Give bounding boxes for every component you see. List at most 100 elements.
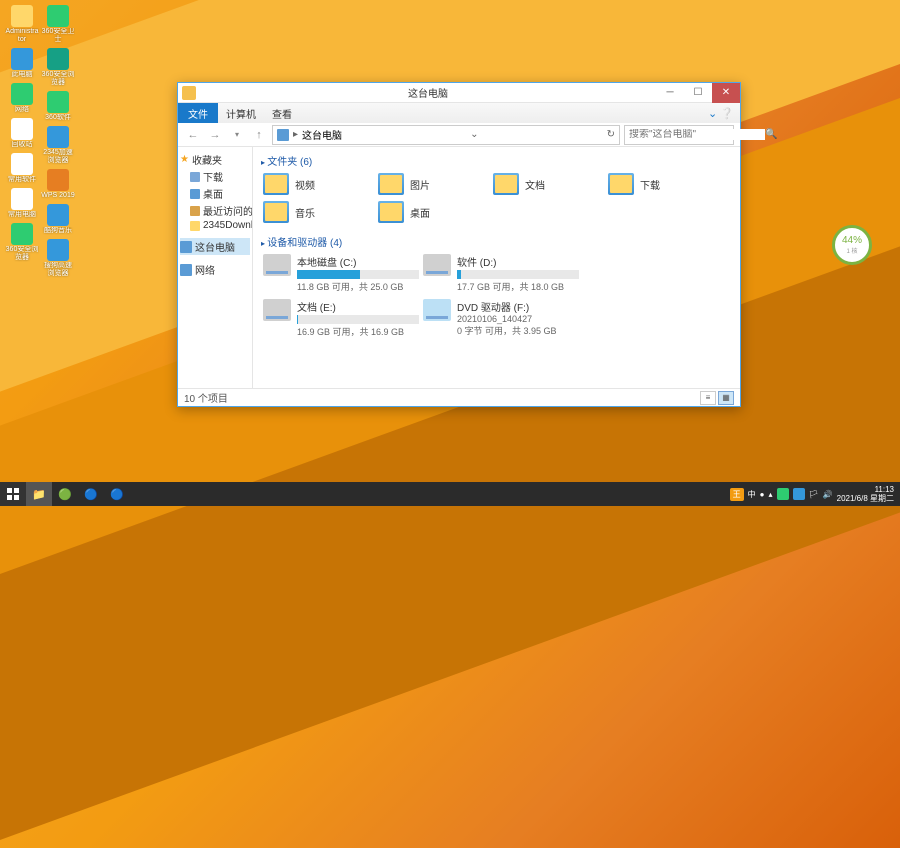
back-button[interactable]: ← xyxy=(184,126,202,144)
tray-icon[interactable]: ● xyxy=(760,490,765,499)
location-icon xyxy=(277,129,289,141)
sidebar-item[interactable]: 桌面 xyxy=(180,185,250,202)
drive-item[interactable]: DVD 驱动器 (F:)20210106_1404270 字节 可用，共 3.9… xyxy=(421,296,581,341)
ime-indicator[interactable]: 王 xyxy=(730,488,744,501)
icon-label: 此电脑 xyxy=(5,71,39,79)
app-icon xyxy=(47,239,69,261)
drives-section-header[interactable]: 设备和驱动器 (4) xyxy=(261,232,732,251)
tray-expand-icon[interactable]: ▴ xyxy=(768,490,772,499)
nav-pane: ★收藏夹 下载桌面最近访问的位置2345Downloads 这台电脑 网络 xyxy=(178,147,253,388)
item-count: 10 个项目 xyxy=(184,390,228,405)
drive-name: 本地磁盘 (C:) xyxy=(297,254,419,269)
desktop-icon[interactable]: 360安全卫士 xyxy=(41,5,75,44)
star-icon: ★ xyxy=(180,154,189,165)
refresh-icon[interactable]: ↻ xyxy=(607,129,615,140)
window-title: 这台电脑 xyxy=(200,85,656,100)
drive-name: 文档 (E:) xyxy=(297,299,419,314)
folder-item[interactable]: 下载 xyxy=(606,170,721,198)
tray-icon[interactable] xyxy=(793,488,805,500)
sidebar-item-label: 下载 xyxy=(203,169,223,184)
desktop-icon[interactable]: 网络 xyxy=(5,83,39,114)
icon-label: WPS 2019 xyxy=(41,192,75,200)
icon-label: 回收站 xyxy=(5,141,39,149)
desktop-icon[interactable]: 常用电脑 xyxy=(5,188,39,219)
file-tab[interactable]: 文件 xyxy=(178,103,218,123)
maximize-button[interactable]: ☐ xyxy=(684,83,712,103)
recent-button[interactable]: ▾ xyxy=(228,126,246,144)
folder-item[interactable]: 视频 xyxy=(261,170,376,198)
start-button[interactable] xyxy=(0,482,26,506)
sidebar-item[interactable]: 最近访问的位置 xyxy=(180,202,250,219)
up-button[interactable]: ↑ xyxy=(250,126,268,144)
tray-icon[interactable] xyxy=(777,488,789,500)
desktop-icon[interactable]: 360软件 xyxy=(41,91,75,122)
app-icon xyxy=(11,83,33,105)
thispc-header[interactable]: 这台电脑 xyxy=(180,238,250,255)
app-icon xyxy=(47,169,69,191)
address-dropdown-icon[interactable]: ⌄ xyxy=(470,129,478,140)
action-center-icon[interactable]: 🏳 xyxy=(809,490,819,499)
desktop-icon[interactable]: 360安全浏览器 xyxy=(5,223,39,262)
ribbon-expand-icon[interactable]: ⌄ ❔ xyxy=(702,107,740,120)
folder-icon xyxy=(190,206,200,216)
tab-view[interactable]: 查看 xyxy=(264,106,300,121)
drive-item[interactable]: 文档 (E:)16.9 GB 可用，共 16.9 GB xyxy=(261,296,421,341)
favorites-header[interactable]: ★收藏夹 xyxy=(180,151,250,168)
folder-icon xyxy=(190,189,200,199)
folder-icon xyxy=(263,173,289,195)
drive-name: 软件 (D:) xyxy=(457,254,579,269)
folder-icon xyxy=(378,173,404,195)
tray-icon[interactable]: 中 xyxy=(748,489,756,500)
drive-item[interactable]: 软件 (D:)17.7 GB 可用，共 18.0 GB xyxy=(421,251,581,296)
icon-label: 2345加速浏览器 xyxy=(41,149,75,165)
search-icon[interactable]: 🔍 xyxy=(765,129,777,140)
folder-item[interactable]: 图片 xyxy=(376,170,491,198)
network-header[interactable]: 网络 xyxy=(180,261,250,278)
volume-icon[interactable]: 🔊 xyxy=(823,490,833,499)
desktop-icon[interactable]: 360安全浏览器 xyxy=(41,48,75,87)
address-text: 这台电脑 xyxy=(302,127,342,142)
desktop-icon[interactable]: 回收站 xyxy=(5,118,39,149)
desktop-icon[interactable]: 2345加速浏览器 xyxy=(41,126,75,165)
tab-computer[interactable]: 计算机 xyxy=(218,106,264,121)
task-app1[interactable]: 🟢 xyxy=(52,482,78,506)
search-box[interactable]: 🔍 xyxy=(624,125,734,145)
accel-gauge[interactable]: 44% 1 核 xyxy=(832,225,872,265)
folders-section-header[interactable]: 文件夹 (6) xyxy=(261,151,732,170)
drive-name: DVD 驱动器 (F:) xyxy=(457,299,579,314)
task-kugou[interactable]: 🔵 xyxy=(104,482,130,506)
forward-button[interactable]: → xyxy=(206,126,224,144)
desktop-icon[interactable]: Administrator xyxy=(5,5,39,44)
icon-label: 网络 xyxy=(5,106,39,114)
desktop-icon[interactable]: WPS 2019 xyxy=(41,169,75,200)
folder-item[interactable]: 文档 xyxy=(491,170,606,198)
desktop-icon[interactable]: 常用软件 xyxy=(5,153,39,184)
icon-label: 360安全浏览器 xyxy=(5,246,39,262)
folder-icon xyxy=(493,173,519,195)
icon-label: 360安全卫士 xyxy=(41,28,75,44)
folder-icon xyxy=(608,173,634,195)
ribbon-tabs: 文件 计算机 查看 ⌄ ❔ xyxy=(178,103,740,123)
drive-item[interactable]: 本地磁盘 (C:) 11.8 GB 可用，共 25.0 GB xyxy=(261,251,421,296)
gauge-sub: 1 核 xyxy=(846,246,857,255)
sidebar-item[interactable]: 2345Downloads xyxy=(180,219,250,232)
minimize-button[interactable]: ─ xyxy=(656,83,684,103)
view-details-button[interactable]: ≡ xyxy=(700,391,716,405)
task-explorer[interactable]: 📁 xyxy=(26,482,52,506)
sidebar-item[interactable]: 下载 xyxy=(180,168,250,185)
address-bar: ← → ▾ ↑ ▸ 这台电脑 ⌄ ↻ 🔍 xyxy=(178,123,740,147)
taskbar: 📁 🟢 🔵 🔵 王 中 ● ▴ 🏳 🔊 11:13 2021/6/8 星期二 xyxy=(0,482,900,506)
drive-space: 11.8 GB 可用，共 25.0 GB xyxy=(297,280,419,293)
address-box[interactable]: ▸ 这台电脑 ⌄ ↻ xyxy=(272,125,620,145)
view-tiles-button[interactable]: ▦ xyxy=(718,391,734,405)
task-ie[interactable]: 🔵 xyxy=(78,482,104,506)
folder-item[interactable]: 桌面 xyxy=(376,198,491,226)
app-icon xyxy=(47,91,69,113)
search-input[interactable] xyxy=(625,129,765,140)
clock[interactable]: 11:13 2021/6/8 星期二 xyxy=(837,485,894,503)
desktop-icon[interactable]: 搜狗高速浏览器 xyxy=(41,239,75,278)
desktop-icon[interactable]: 酷狗音乐 xyxy=(41,204,75,235)
desktop-icon[interactable]: 此电脑 xyxy=(5,48,39,79)
close-button[interactable]: ✕ xyxy=(712,83,740,103)
folder-item[interactable]: 音乐 xyxy=(261,198,376,226)
